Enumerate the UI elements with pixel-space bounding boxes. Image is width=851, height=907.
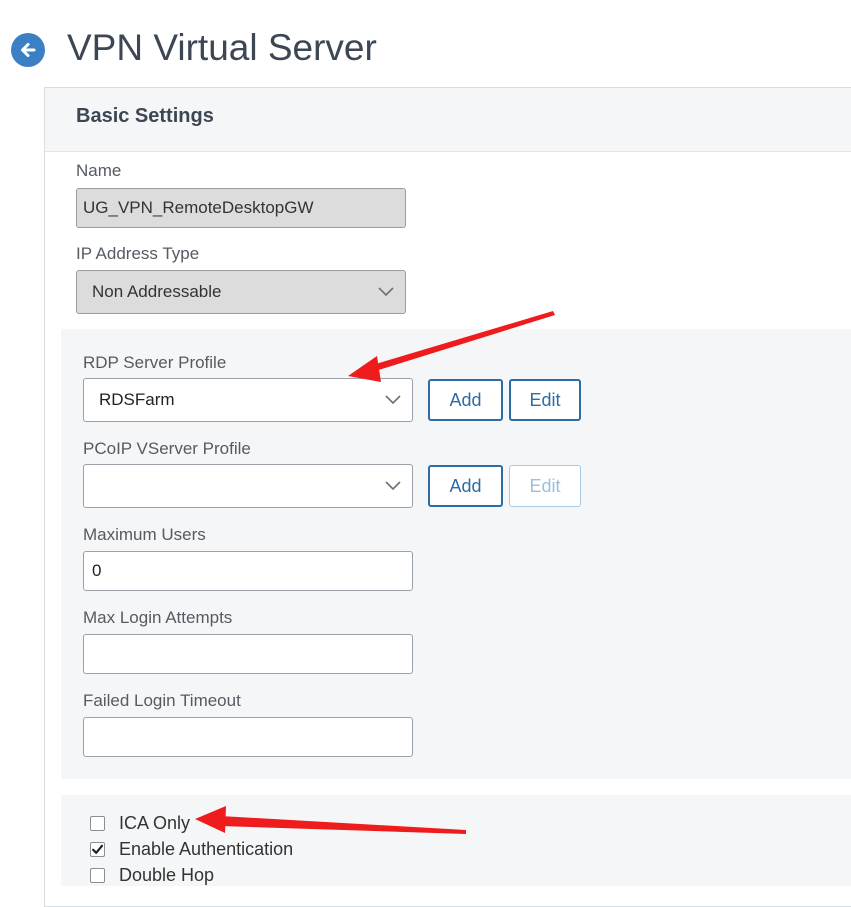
panel-header: Basic Settings xyxy=(45,88,851,152)
double-hop-checkbox[interactable] xyxy=(90,867,105,883)
chevron-down-icon xyxy=(385,481,401,491)
ip-address-type-value: Non Addressable xyxy=(92,282,222,301)
enable-authentication-checkbox[interactable] xyxy=(90,841,105,857)
ica-only-checkbox-row[interactable]: ICA Only xyxy=(90,811,190,835)
enable-authentication-checkbox-row[interactable]: Enable Authentication xyxy=(90,837,293,861)
double-hop-checkbox-row[interactable]: Double Hop xyxy=(90,863,214,887)
pcoip-add-button[interactable]: Add xyxy=(428,465,503,507)
rdp-server-profile-value: RDSFarm xyxy=(99,390,175,409)
name-label: Name xyxy=(76,161,122,180)
max-login-attempts-input[interactable] xyxy=(83,634,413,674)
failed-login-timeout-input[interactable] xyxy=(83,717,413,757)
max-login-attempts-label: Max Login Attempts xyxy=(83,608,233,627)
pcoip-vserver-profile-label: PCoIP VServer Profile xyxy=(83,439,251,458)
pcoip-edit-button: Edit xyxy=(509,465,581,507)
maximum-users-label: Maximum Users xyxy=(83,525,206,544)
page-title: VPN Virtual Server xyxy=(67,27,377,68)
maximum-users-input[interactable]: 0 xyxy=(83,551,413,591)
back-button[interactable] xyxy=(11,33,45,67)
chevron-down-icon xyxy=(385,395,401,405)
rdp-server-profile-label: RDP Server Profile xyxy=(83,353,227,372)
chevron-down-icon xyxy=(378,287,394,297)
enable-authentication-label: Enable Authentication xyxy=(119,838,294,859)
failed-login-timeout-label: Failed Login Timeout xyxy=(83,691,241,710)
arrow-left-circle-icon xyxy=(21,43,36,57)
rdp-add-button[interactable]: Add xyxy=(428,379,503,421)
ica-only-checkbox[interactable] xyxy=(90,815,105,831)
ip-address-type-select[interactable]: Non Addressable xyxy=(76,270,406,314)
section-title: Basic Settings xyxy=(76,105,214,127)
checkmark-icon xyxy=(92,844,104,854)
rdp-edit-button[interactable]: Edit xyxy=(509,379,581,421)
ip-address-type-label: IP Address Type xyxy=(76,244,200,263)
double-hop-label: Double Hop xyxy=(119,864,215,885)
pcoip-vserver-profile-select[interactable] xyxy=(83,464,413,508)
name-field[interactable]: UG_VPN_RemoteDesktopGW xyxy=(76,188,406,228)
rdp-server-profile-select[interactable]: RDSFarm xyxy=(83,378,413,422)
ica-only-label: ICA Only xyxy=(119,812,191,833)
